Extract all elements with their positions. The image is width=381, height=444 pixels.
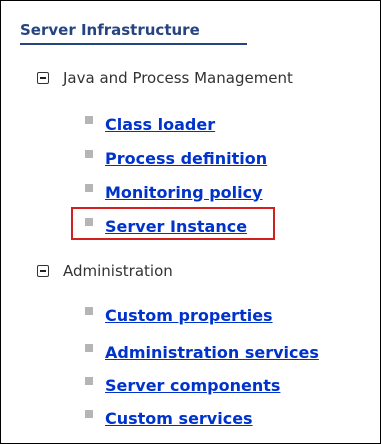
link-server-components[interactable]: Server components bbox=[105, 376, 280, 395]
navigation-panel: Server Infrastructure Java and Process M… bbox=[0, 0, 381, 444]
list-item: Custom services bbox=[85, 407, 253, 429]
list-item: Server components bbox=[85, 374, 280, 396]
link-monitoring-policy[interactable]: Monitoring policy bbox=[105, 183, 263, 202]
list-item: Class loader bbox=[85, 113, 215, 135]
list-item: Custom properties bbox=[85, 304, 273, 326]
group-java-process-management: Java and Process Management bbox=[37, 68, 293, 88]
link-process-definition[interactable]: Process definition bbox=[105, 149, 267, 168]
bullet-icon bbox=[85, 116, 93, 124]
section-title: Server Infrastructure bbox=[20, 21, 200, 39]
bullet-icon bbox=[85, 377, 93, 385]
collapse-toggle-icon[interactable] bbox=[37, 265, 49, 277]
link-administration-services[interactable]: Administration services bbox=[105, 343, 319, 362]
bullet-icon bbox=[85, 184, 93, 192]
link-class-loader[interactable]: Class loader bbox=[105, 115, 215, 134]
group-label: Java and Process Management bbox=[63, 69, 293, 87]
highlight-box bbox=[71, 207, 275, 240]
bullet-icon bbox=[85, 344, 93, 352]
list-item: Monitoring policy bbox=[85, 181, 263, 203]
group-administration: Administration bbox=[37, 261, 173, 281]
link-custom-services[interactable]: Custom services bbox=[105, 409, 253, 428]
list-item: Process definition bbox=[85, 147, 267, 169]
section-title-underline bbox=[20, 43, 247, 45]
bullet-icon bbox=[85, 410, 93, 418]
group-label: Administration bbox=[63, 262, 173, 280]
bullet-icon bbox=[85, 307, 93, 315]
bullet-icon bbox=[85, 150, 93, 158]
link-custom-properties[interactable]: Custom properties bbox=[105, 306, 273, 325]
collapse-toggle-icon[interactable] bbox=[37, 72, 49, 84]
list-item: Administration services bbox=[85, 341, 319, 363]
